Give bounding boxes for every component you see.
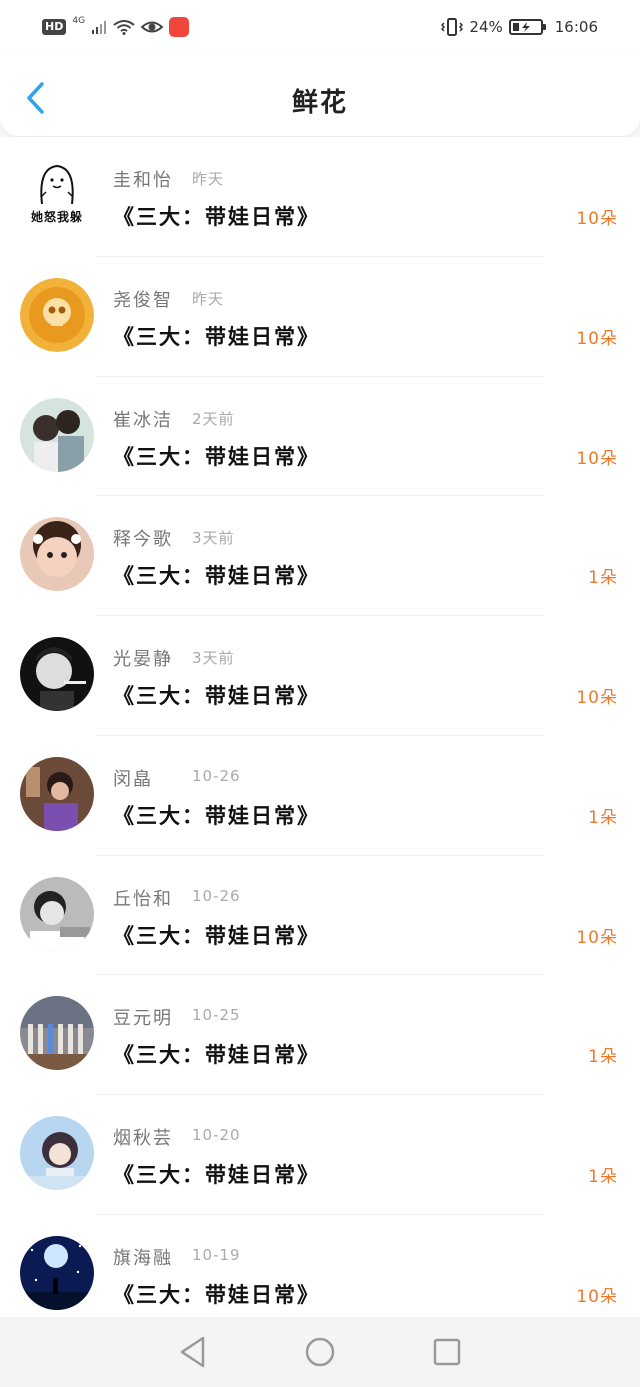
avatar[interactable] (20, 517, 94, 592)
avatar-caption: 她怒我躲 (30, 210, 83, 224)
avatar[interactable]: 她怒我躲 (20, 158, 94, 232)
square-recents-icon (433, 1338, 460, 1366)
system-nav-bar (0, 1317, 640, 1387)
user-name[interactable]: 崔冰洁 (113, 406, 173, 432)
time-label: 10-26 (192, 766, 241, 785)
flower-count: 1朵 (588, 1167, 618, 1187)
time-label: 2天前 (192, 409, 235, 428)
book-title[interactable]: 《三大：带娃日常》 (113, 1279, 320, 1309)
avatar[interactable] (20, 1116, 94, 1190)
network-type-label: 4G (72, 16, 86, 26)
flower-count: 1朵 (588, 807, 618, 828)
status-left: HD 4G (42, 16, 190, 38)
avatar[interactable] (20, 756, 94, 831)
flower-count: 10朵 (576, 927, 618, 948)
book-title[interactable]: 《三大：带娃日常》 (113, 560, 320, 590)
flower-count: 10朵 (576, 1286, 618, 1307)
time-label: 10-25 (192, 1006, 241, 1025)
book-title[interactable]: 《三大：带娃日常》 (113, 1159, 320, 1189)
flower-count: 1朵 (588, 568, 618, 589)
book-title[interactable]: 《三大：带娃日常》 (113, 920, 320, 950)
nav-header: 鲜花 (0, 56, 640, 136)
eye-icon (141, 21, 164, 33)
app-notification-icon (169, 17, 190, 37)
user-name[interactable]: 尧俊智 (113, 286, 173, 312)
system-back-button[interactable] (163, 1327, 223, 1377)
avatar[interactable] (20, 876, 94, 951)
avatar[interactable] (20, 996, 94, 1071)
avatar[interactable] (20, 277, 94, 352)
system-recents-button[interactable] (417, 1327, 477, 1377)
user-name[interactable]: 光晏静 (113, 645, 173, 671)
time-label: 昨天 (192, 289, 225, 308)
list-item[interactable]: 丘怡和 10-26 《三大：带娃日常》 10朵 (0, 856, 640, 976)
list-item[interactable]: 豆元明 10-25 《三大：带娃日常》 1朵 (0, 975, 640, 1095)
book-title[interactable]: 《三大：带娃日常》 (113, 1039, 320, 1069)
book-title[interactable]: 《三大：带娃日常》 (113, 321, 320, 351)
list-item[interactable]: 尧俊智 昨天《三大：带娃日常》 10朵 (0, 257, 640, 377)
triangle-back-icon (181, 1336, 205, 1368)
system-home-button[interactable] (290, 1327, 350, 1377)
flower-count: 10朵 (576, 209, 618, 229)
flower-list[interactable]: 她怒我躲 圭和怡 昨天 《三大：带娃日常》 10朵 尧俊智 昨天 《三大：带娃日常》 10朵 崔冰… (0, 137, 640, 1317)
time-label: 10-20 (192, 1126, 241, 1144)
time-label: 昨天 (192, 170, 225, 188)
user-name[interactable]: 豆元明 (113, 1004, 173, 1030)
battery-icon (508, 19, 546, 35)
clock: 16:06 (554, 18, 598, 36)
list-item[interactable]: 烟秋芸 10-20 《三大：带娃日常》 1朵 (0, 1095, 640, 1215)
book-title[interactable]: 《三大：带娃日常》 (113, 800, 320, 830)
user-name[interactable]: 丘怡和 (113, 885, 173, 911)
battery-percent: 24% (469, 18, 503, 36)
list-item[interactable]: 旗海融 10-19 《三大：带娃日常》 10朵 (0, 1215, 640, 1317)
circle-home-icon (305, 1337, 335, 1367)
flower-count: 10朵 (576, 328, 618, 349)
avatar[interactable] (20, 397, 94, 472)
user-name[interactable]: 圭和怡 (113, 166, 173, 192)
list-item[interactable]: 释今歌 3天前《三大：带娃日常》 1朵 (0, 496, 640, 616)
book-title[interactable]: 《三大：带娃日常》 (113, 201, 320, 231)
time-label: 3天前 (192, 649, 235, 667)
user-name[interactable]: 闵皛 (113, 765, 153, 791)
avatar[interactable] (20, 1235, 94, 1310)
avatar[interactable] (20, 637, 94, 711)
user-name[interactable]: 旗海融 (113, 1244, 173, 1270)
time-label: 10-19 (192, 1245, 241, 1264)
status-right: 24% 16:06 (441, 16, 598, 38)
flower-count: 10朵 (576, 448, 618, 469)
status-bar: HD 4G 24% 16:06 (0, 0, 640, 56)
charging-bolt-icon (521, 22, 530, 32)
book-title[interactable]: 《三大：带娃日常》 (113, 441, 320, 471)
user-name[interactable]: 释今歌 (113, 525, 173, 551)
cartoon-face-icon (40, 164, 74, 205)
hd-badge: HD (42, 19, 67, 35)
time-label: 3天前 (192, 529, 235, 548)
list-item[interactable]: 闵皛 10-26 《三大：带娃日常》 1朵 (0, 736, 640, 856)
flower-count: 10朵 (576, 688, 618, 708)
list-item[interactable]: 崔冰洁 2天前《三大：带娃日常》 10朵 (0, 377, 640, 497)
list-item[interactable]: 光晏静 3天前《三大：带娃日常》 10朵 (0, 616, 640, 736)
flower-count: 1朵 (588, 1047, 618, 1068)
wifi-icon (113, 20, 135, 35)
time-label: 10-26 (192, 886, 241, 905)
book-title[interactable]: 《三大：带娃日常》 (113, 680, 320, 710)
vibrate-icon (441, 18, 464, 36)
page-title: 鲜花 (291, 88, 348, 118)
signal-icon (92, 21, 107, 34)
list-item[interactable]: 她怒我躲 圭和怡 昨天《三大：带娃日常》 10朵 (0, 137, 640, 257)
user-name[interactable]: 烟秋芸 (113, 1124, 173, 1150)
